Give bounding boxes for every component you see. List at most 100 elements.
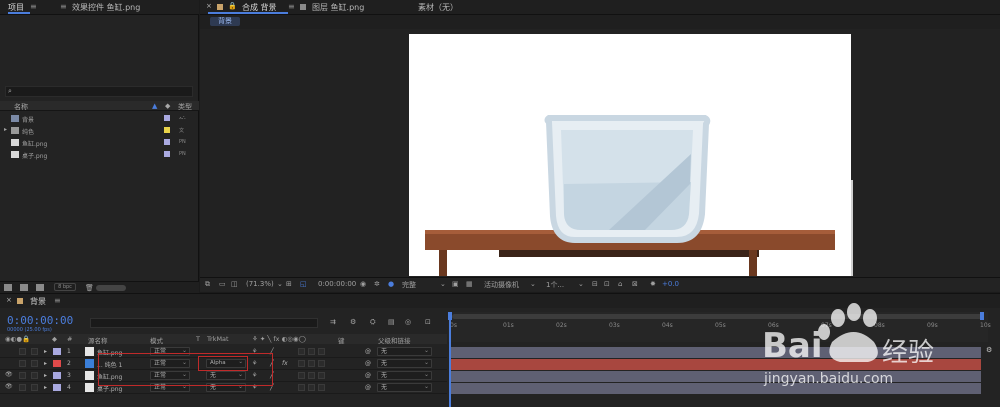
flowchart-icon[interactable]: ⊠ [632, 280, 638, 288]
switch-toggle[interactable] [298, 384, 305, 391]
label-swatch[interactable] [164, 139, 170, 145]
switch-toggle[interactable] [308, 360, 315, 367]
transparency-grid-icon[interactable]: ▦ [466, 280, 473, 288]
close-icon[interactable]: × [6, 296, 12, 304]
switch-toggle[interactable] [298, 348, 305, 355]
lock-icon[interactable]: 🔒 [228, 2, 237, 10]
exposure-value[interactable]: +0.0 [662, 280, 679, 288]
project-item-png[interactable]: 桌子.png PN [0, 149, 199, 160]
audio-toggle[interactable] [19, 372, 26, 379]
tab-effects[interactable]: 效果控件 鱼缸.png [72, 2, 140, 13]
lock-toggle[interactable] [31, 348, 38, 355]
switches-icon[interactable]: ⚘ ✦ ╲ fx ◐◎◉◯ [252, 335, 306, 343]
col-source[interactable]: 源名称 [88, 335, 108, 345]
camera-icon[interactable]: ◉ [360, 280, 366, 288]
lock-toggle[interactable] [31, 360, 38, 367]
zoom-level[interactable]: (71.3%) [246, 280, 274, 288]
motion-blur-icon[interactable]: ◎ [405, 318, 411, 326]
camera-select[interactable]: 活动摄像机 [484, 280, 519, 290]
bpc-button[interactable]: 8 bpc [54, 283, 76, 291]
expand-icon[interactable]: ▸ [44, 372, 47, 379]
lock-toggle[interactable] [31, 372, 38, 379]
switch-toggle[interactable] [298, 372, 305, 379]
lock-toggle[interactable] [31, 384, 38, 391]
current-time[interactable]: 0:00:00:00 [7, 314, 73, 327]
comp-button-icon[interactable]: ⚙ [986, 346, 992, 354]
col-type[interactable]: 类型 [178, 102, 192, 112]
switch-toggle[interactable] [298, 360, 305, 367]
label-icon[interactable]: ◆ [165, 102, 170, 110]
switch-toggle[interactable] [308, 348, 315, 355]
show-channel-icon[interactable]: ✲ [374, 280, 380, 288]
timeline-icon[interactable]: ⌂ [618, 280, 622, 288]
eye-icon[interactable]: 👁 [5, 383, 13, 390]
hide-shy-icon[interactable]: ⛭ [370, 318, 376, 327]
menu-icon[interactable]: ≡ [54, 296, 61, 305]
switch-toggle[interactable] [318, 372, 325, 379]
exposure-icon[interactable]: ✸ [650, 280, 656, 288]
parent-select[interactable]: 无 [377, 359, 432, 368]
breadcrumb[interactable]: 背景 [210, 17, 240, 26]
toggle-pixel-icon[interactable]: ⊟ [592, 280, 598, 288]
resolution-select[interactable]: 完整 [402, 280, 416, 290]
pickwhip-icon[interactable]: @ [365, 360, 371, 367]
close-icon[interactable]: × [206, 2, 212, 10]
label-swatch[interactable] [53, 372, 61, 379]
draft-3d-icon[interactable]: ⚙ [350, 318, 356, 326]
tab-layer[interactable]: 图层 鱼缸.png [312, 2, 364, 13]
expand-icon[interactable]: ▸ [44, 360, 47, 367]
audio-toggle[interactable] [19, 348, 26, 355]
interpret-footage-icon[interactable] [4, 284, 12, 291]
switch-toggle[interactable] [318, 348, 325, 355]
menu-icon[interactable]: ≡ [288, 2, 295, 11]
roi-icon[interactable]: ▣ [452, 280, 459, 288]
label-swatch[interactable] [164, 151, 170, 157]
sort-icon[interactable]: ▲ [152, 102, 157, 110]
audio-toggle[interactable] [19, 384, 26, 391]
label-swatch[interactable] [53, 384, 61, 391]
chevron-down-icon[interactable]: ⌄ [440, 280, 446, 288]
trash-icon[interactable]: 🗑 [85, 284, 94, 292]
switch-toggle[interactable] [318, 360, 325, 367]
pickwhip-icon[interactable]: @ [365, 348, 371, 355]
chevron-down-icon[interactable]: ⌄ [277, 280, 283, 288]
parent-select[interactable]: 无 [377, 371, 432, 380]
region-icon[interactable]: ◱ [300, 280, 307, 288]
project-item-comp[interactable]: 背景 ⟑⛬ [0, 113, 199, 124]
parent-select[interactable]: 无 [377, 383, 432, 392]
switch-toggle[interactable] [308, 372, 315, 379]
col-mode[interactable]: 模式 [150, 335, 163, 345]
label-icon[interactable]: ◆ [52, 335, 57, 343]
col-trkmat[interactable]: TrkMat [207, 335, 229, 343]
label-swatch[interactable] [53, 348, 61, 355]
views-select[interactable]: 1个... [546, 280, 564, 290]
pickwhip-icon[interactable]: @ [365, 384, 371, 391]
pickwhip-icon[interactable]: @ [365, 372, 371, 379]
thumbnail-slider[interactable] [96, 285, 126, 291]
tab-footage[interactable]: 素材（无） [418, 2, 458, 13]
expand-icon[interactable]: ▸ [44, 348, 47, 355]
fast-preview-icon[interactable]: ⊡ [604, 280, 610, 288]
expand-icon[interactable]: ▸ [4, 126, 7, 133]
monitor-icon[interactable]: ▭ [219, 280, 226, 288]
label-swatch[interactable] [164, 115, 170, 121]
new-folder-icon[interactable] [20, 284, 28, 291]
expand-icon[interactable]: ▸ [44, 384, 47, 391]
menu-icon[interactable]: ≡ [60, 2, 67, 11]
new-comp-icon[interactable] [36, 284, 44, 291]
grid-icon[interactable]: ⊞ [286, 280, 292, 288]
chevron-down-icon[interactable]: ⌄ [530, 280, 536, 288]
fx-icon[interactable]: fx [282, 360, 288, 367]
av-features-icon[interactable]: ◉◐●🔒 [5, 335, 30, 343]
audio-toggle[interactable] [19, 360, 26, 367]
project-item-folder[interactable]: ▸ 纯色 文 [0, 125, 199, 136]
graph-editor-icon[interactable]: ⊡ [425, 318, 431, 326]
col-parent[interactable]: 父级和链接 [378, 335, 411, 345]
current-timecode[interactable]: 0:00:00:00 [318, 280, 356, 288]
tab-timeline[interactable]: 背景 [30, 296, 46, 307]
mask-icon[interactable]: ◫ [231, 280, 238, 288]
project-item-png[interactable]: 鱼缸.png PN [0, 137, 199, 148]
snapshot-icon[interactable]: ⧉ [205, 280, 210, 289]
search-input[interactable]: ⌕ [5, 86, 193, 97]
frame-blend-icon[interactable]: ▤ [388, 318, 395, 326]
